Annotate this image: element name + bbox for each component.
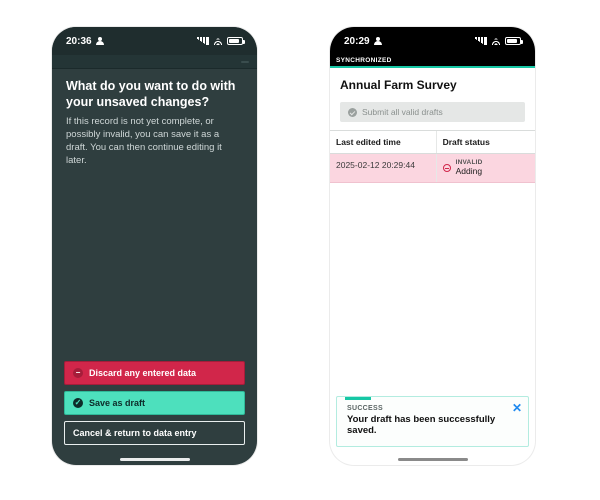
cell-signal-icon xyxy=(475,37,487,45)
toast-close-button[interactable]: ✕ xyxy=(512,401,522,415)
check-circle-icon xyxy=(348,108,357,117)
sync-label: SYNCHRONIZED xyxy=(336,57,392,64)
table-header: Last edited time Draft status xyxy=(330,130,535,154)
wifi-icon xyxy=(491,37,501,45)
sync-banner: SYNCHRONIZED xyxy=(330,55,535,68)
dialog-subtitle: If this record is not yet complete, or p… xyxy=(66,116,243,167)
backdrop-pill xyxy=(241,61,249,63)
wifi-icon xyxy=(213,37,223,45)
home-indicator xyxy=(120,458,190,461)
toast-label: SUCCESS xyxy=(347,405,518,412)
battery-icon xyxy=(505,37,521,45)
toast-accent xyxy=(345,397,371,400)
toast-message: Your draft has been successfully saved. xyxy=(347,414,518,436)
backdrop-strip xyxy=(52,55,257,69)
cancel-button[interactable]: Cancel & return to data entry xyxy=(64,421,245,445)
dialog-actions: − Discard any entered data ✓ Save as dra… xyxy=(64,361,245,445)
page-title: Annual Farm Survey xyxy=(340,78,525,92)
status-bar: 20:29 xyxy=(330,27,535,55)
status-time: 20:36 xyxy=(66,36,92,47)
row-time: 2025-02-12 20:29:44 xyxy=(330,154,437,182)
save-draft-button[interactable]: ✓ Save as draft xyxy=(64,391,245,415)
minus-circle-icon: − xyxy=(73,368,83,378)
cancel-label: Cancel & return to data entry xyxy=(73,428,197,438)
home-indicator xyxy=(398,458,468,461)
success-toast: ✕ SUCCESS Your draft has been successful… xyxy=(336,396,529,447)
discard-label: Discard any entered data xyxy=(89,368,196,378)
check-circle-icon: ✓ xyxy=(73,398,83,408)
discard-button[interactable]: − Discard any entered data xyxy=(64,361,245,385)
person-icon xyxy=(374,37,382,45)
dialog-title: What do you want to do with your unsaved… xyxy=(66,79,243,110)
phone-unsaved-dialog: 20:36 What do you want to do with your u… xyxy=(52,27,257,465)
draft-row[interactable]: 2025-02-12 20:29:44 INVALID Adding xyxy=(330,154,535,183)
row-status: INVALID Adding xyxy=(437,154,535,182)
save-label: Save as draft xyxy=(89,398,145,408)
invalid-icon xyxy=(443,164,451,172)
status-time: 20:29 xyxy=(344,36,370,47)
dialog: What do you want to do with your unsaved… xyxy=(52,69,257,168)
col-last-edited: Last edited time xyxy=(330,131,437,153)
cell-signal-icon xyxy=(197,37,209,45)
battery-icon xyxy=(227,37,243,45)
page-header: Annual Farm Survey xyxy=(330,68,535,96)
status-bar: 20:36 xyxy=(52,27,257,55)
status-action: Adding xyxy=(456,167,483,176)
col-draft-status: Draft status xyxy=(437,131,535,153)
submit-label: Submit all valid drafts xyxy=(362,107,443,117)
submit-all-button[interactable]: Submit all valid drafts xyxy=(340,102,525,122)
person-icon xyxy=(96,37,104,45)
phone-drafts-list: 20:29 SYNCHRONIZED Annual Farm Survey Su… xyxy=(330,27,535,465)
